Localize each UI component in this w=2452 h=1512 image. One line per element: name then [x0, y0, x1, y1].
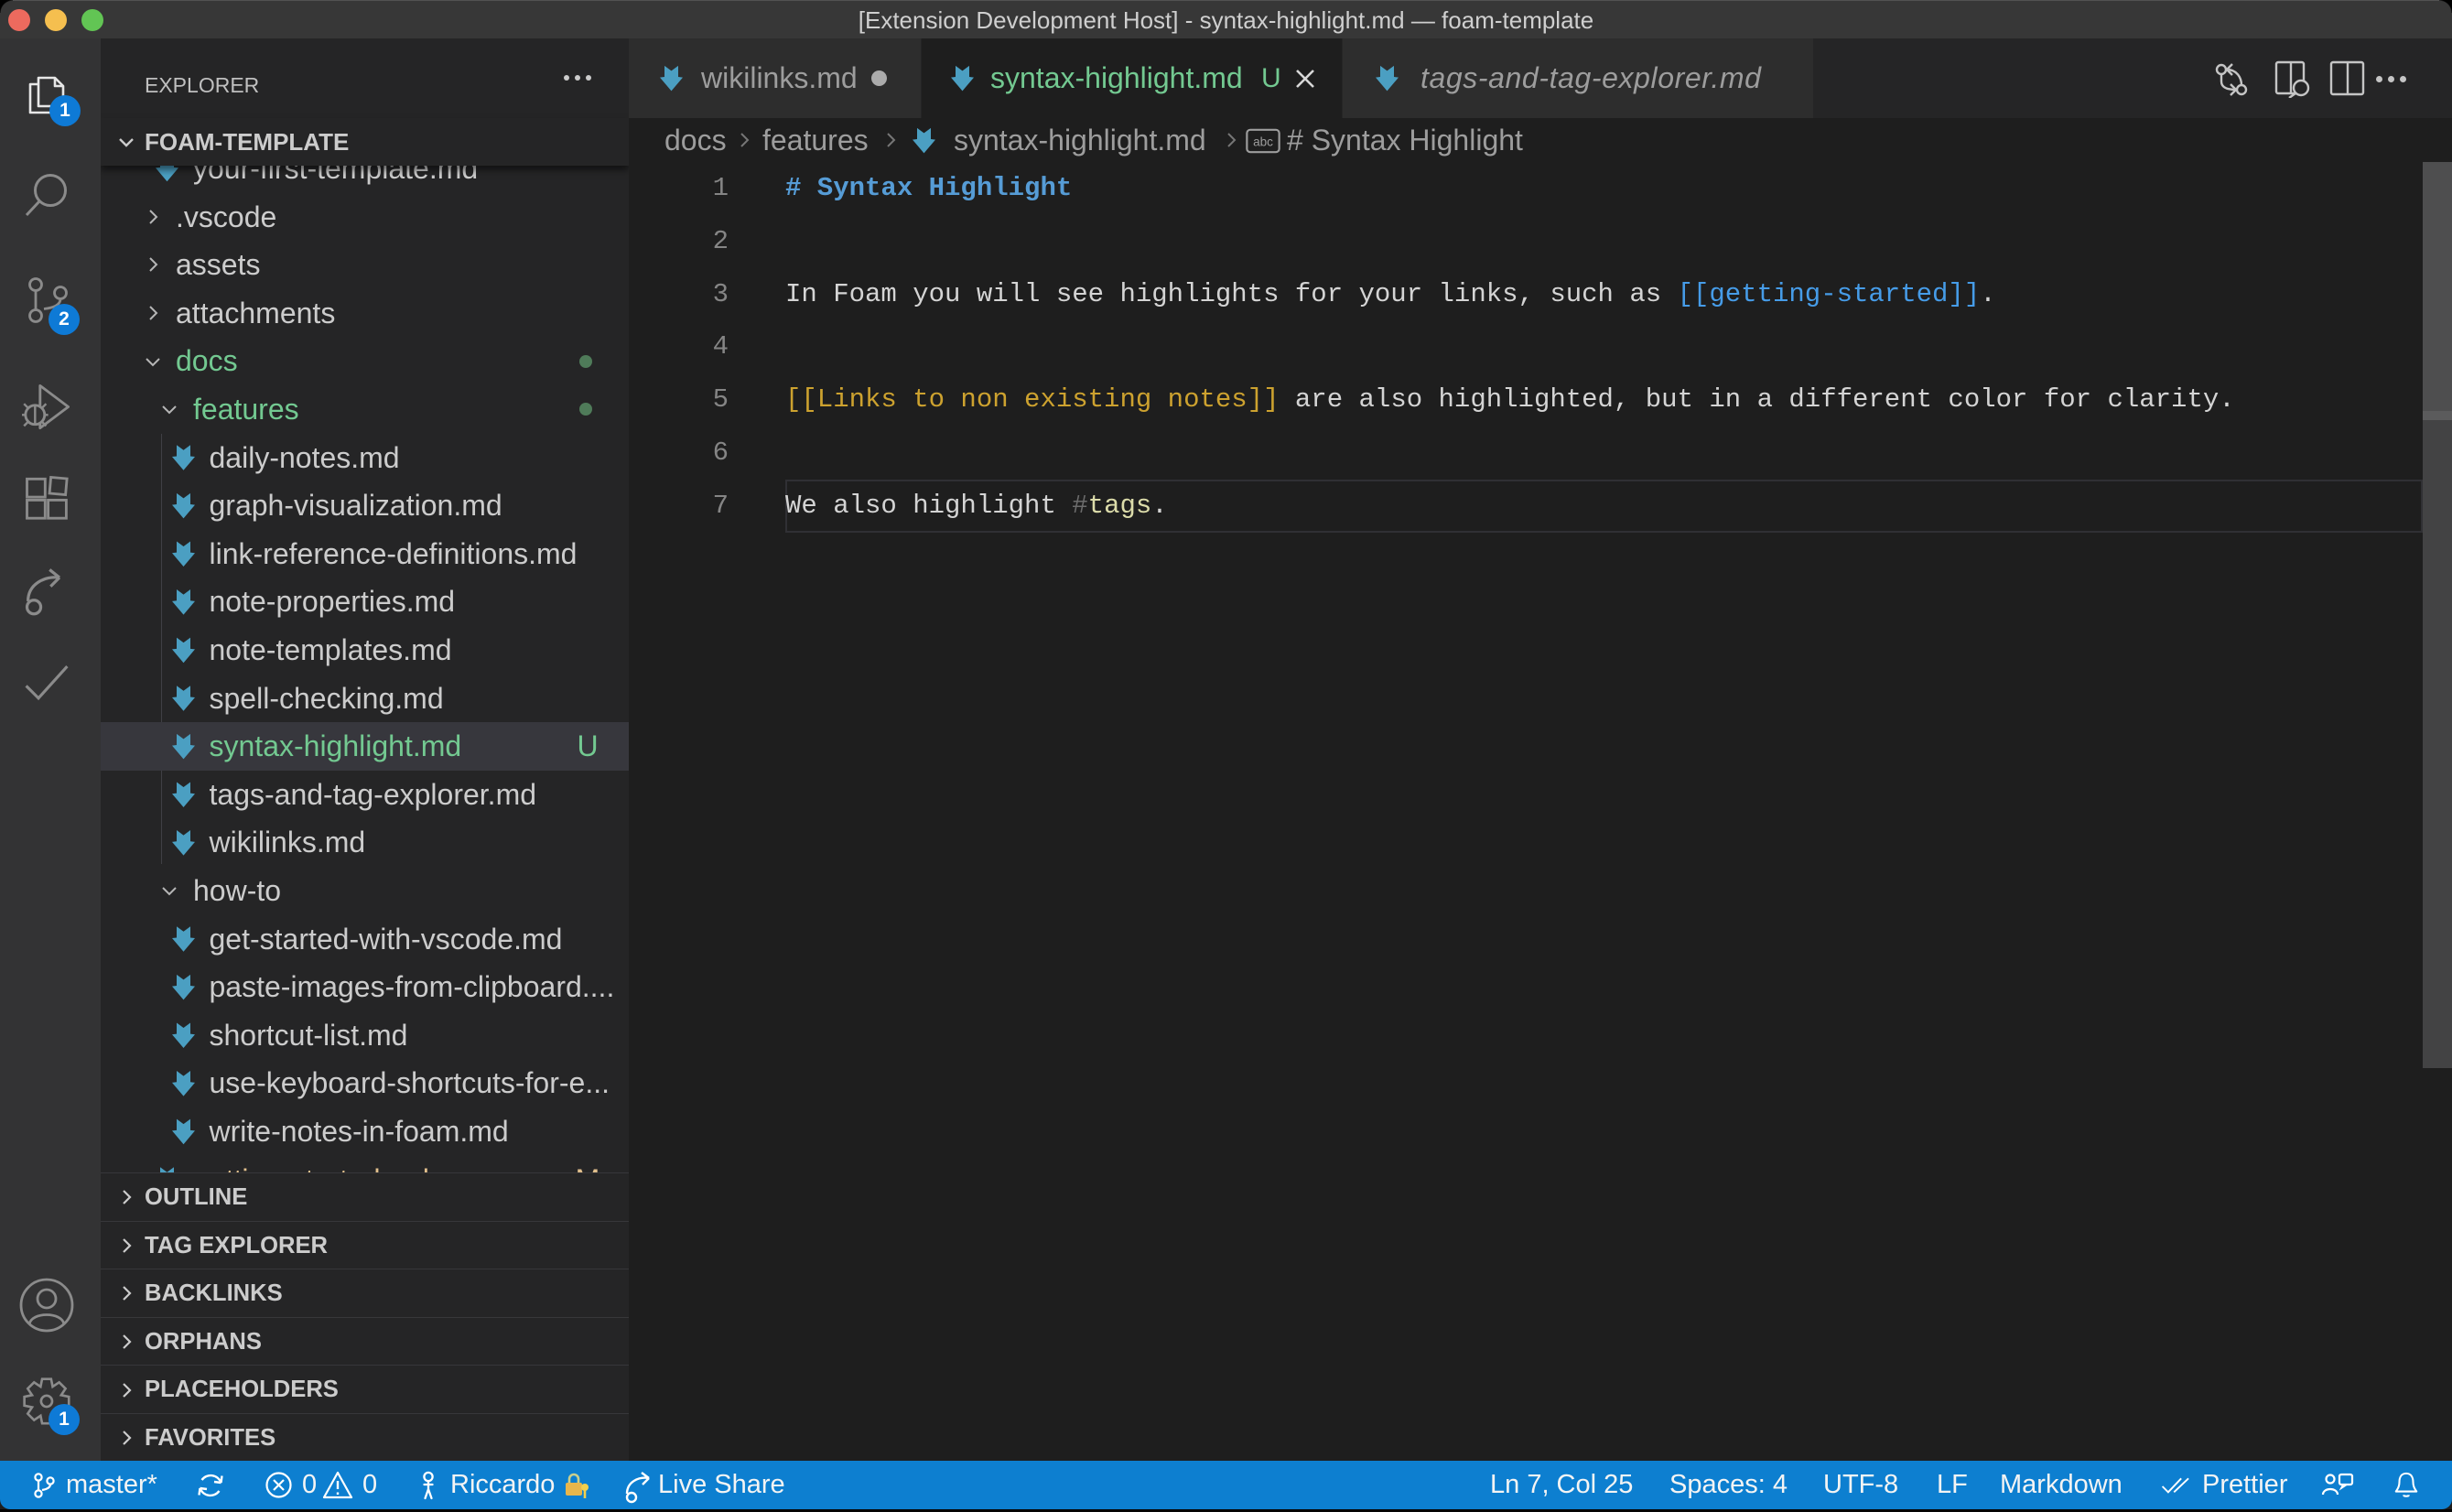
svg-text:abc: abc	[1253, 135, 1273, 148]
